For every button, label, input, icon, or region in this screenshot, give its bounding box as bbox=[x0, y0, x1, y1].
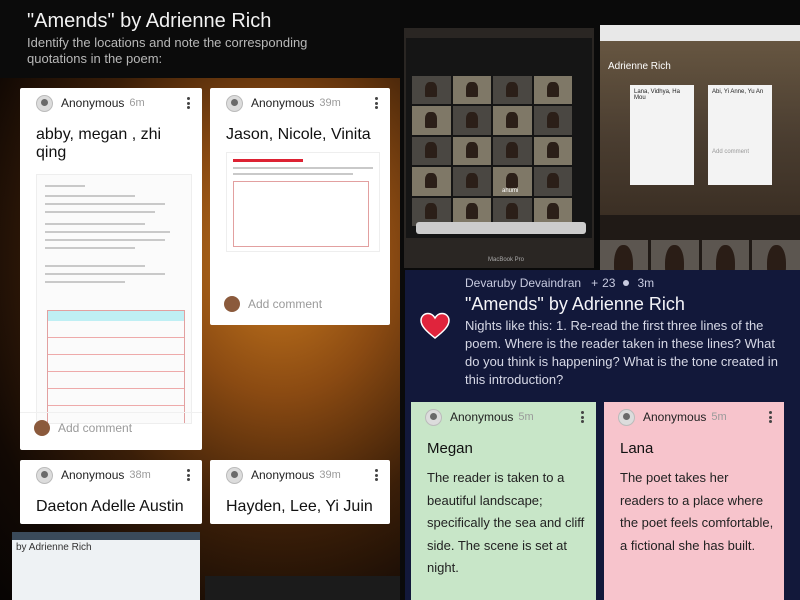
more-icon[interactable] bbox=[764, 410, 776, 424]
thumbnail-title: by Adrienne Rich bbox=[16, 542, 92, 553]
reply-body: The poet takes her readers to a place wh… bbox=[620, 470, 774, 553]
user-avatar-icon bbox=[34, 419, 50, 436]
add-comment-label: Add comment bbox=[58, 420, 133, 435]
post-card[interactable]: Anonymous 6m abby, megan , zhi qing Add … bbox=[20, 88, 202, 450]
card-author: Anonymous bbox=[643, 410, 707, 424]
card-author: Anonymous bbox=[450, 410, 514, 424]
card-header: Anonymous 38m bbox=[20, 460, 202, 490]
mini-card-title: Lana, Vidhya, Ha Mou bbox=[634, 89, 680, 101]
post-card[interactable]: Anonymous 39m Hayden, Lee, Yi Juin bbox=[210, 460, 390, 524]
card-title: Daeton Adelle Austin bbox=[36, 498, 184, 515]
board-subtitle: Identify the locations and note the corr… bbox=[27, 35, 308, 66]
card-time: 5m bbox=[711, 411, 727, 423]
card-author: Anonymous bbox=[251, 468, 315, 482]
mini-card-title: Abi, Yi Anne, Yu An bbox=[712, 89, 764, 95]
post-body: Nights like this: 1. Re-read the first t… bbox=[465, 318, 778, 387]
plus-icon[interactable]: + bbox=[591, 276, 598, 290]
avatar-icon bbox=[36, 94, 53, 112]
attached-document-image[interactable] bbox=[226, 152, 380, 252]
device-label: MacBook Pro bbox=[488, 257, 525, 263]
more-icon[interactable] bbox=[370, 96, 382, 110]
card-title: Jason, Nicole, Vinita bbox=[226, 126, 371, 143]
card-header: Anonymous 39m bbox=[210, 88, 390, 118]
card-author: Anonymous bbox=[61, 468, 125, 482]
add-comment-label: Add comment bbox=[248, 297, 323, 311]
reply-card[interactable]: Anonymous 5m Lana The poet takes her rea… bbox=[604, 402, 784, 600]
add-comment-row[interactable]: Add comment bbox=[20, 412, 202, 442]
attached-document-image[interactable] bbox=[36, 174, 192, 424]
card-header: Anonymous 5m bbox=[604, 402, 784, 432]
card-title: abby, megan , zhi qing bbox=[36, 126, 162, 161]
mini-card-comment: Add comment bbox=[712, 149, 750, 155]
zoom-call-photo: ahumi MacBook Pro bbox=[404, 28, 594, 268]
screen-title: Adrienne Rich bbox=[608, 61, 671, 72]
post-title: "Amends" by Adrienne Rich bbox=[465, 294, 685, 314]
avatar-icon bbox=[36, 466, 53, 484]
heart-icon[interactable] bbox=[420, 312, 450, 340]
card-header: Anonymous 6m bbox=[20, 88, 202, 118]
card-author: Anonymous bbox=[61, 96, 125, 110]
card-time: 39m bbox=[319, 97, 341, 109]
screenshot-thumbnail bbox=[205, 576, 400, 600]
user-avatar-icon bbox=[224, 296, 240, 312]
avatar-icon bbox=[618, 408, 635, 426]
card-time: 39m bbox=[319, 469, 341, 481]
separator-dot bbox=[623, 280, 630, 286]
more-icon[interactable] bbox=[370, 468, 382, 482]
card-header: Anonymous 5m bbox=[411, 402, 596, 432]
board-title: "Amends" by Adrienne Rich bbox=[27, 10, 272, 32]
mini-card: Lana, Vidhya, Ha Mou bbox=[630, 85, 694, 185]
participant-name: ahumi bbox=[502, 188, 519, 194]
reply-title: Megan bbox=[427, 440, 473, 457]
post-author: Devaruby Devaindran bbox=[465, 276, 582, 290]
mini-card: Abi, Yi Anne, Yu An Add comment bbox=[708, 85, 772, 185]
padlet-board: "Amends" by Adrienne Rich Identify the l… bbox=[0, 0, 400, 600]
post-card[interactable]: Anonymous 38m Daeton Adelle Austin bbox=[20, 460, 202, 524]
padlet-screen-photo: Adrienne Rich Lana, Vidhya, Ha Mou Abi, … bbox=[600, 25, 800, 290]
post-meta: Devaruby Devaindran + 23 3m bbox=[465, 276, 654, 290]
reply-title: Lana bbox=[620, 440, 654, 457]
more-icon[interactable] bbox=[182, 96, 194, 110]
screen: "Amends" by Adrienne Rich Identify the l… bbox=[0, 0, 800, 600]
like-count: 23 bbox=[602, 276, 616, 290]
video-grid bbox=[412, 76, 572, 226]
post-card[interactable]: Anonymous 39m Jason, Nicole, Vinita Add … bbox=[210, 88, 390, 325]
avatar-icon bbox=[226, 466, 243, 484]
post-time: 3m bbox=[637, 276, 655, 290]
card-title: Hayden, Lee, Yi Juin bbox=[226, 498, 373, 515]
card-time: 38m bbox=[129, 469, 151, 481]
card-author: Anonymous bbox=[251, 96, 315, 110]
reply-body: The reader is taken to a beautiful lands… bbox=[427, 470, 585, 575]
add-comment-row[interactable]: Add comment bbox=[210, 289, 390, 319]
card-time: 6m bbox=[129, 97, 145, 109]
card-header: Anonymous 39m bbox=[210, 460, 390, 490]
avatar-icon bbox=[425, 408, 442, 426]
screenshot-thumbnail: by Adrienne Rich bbox=[12, 532, 200, 600]
card-time: 5m bbox=[518, 411, 534, 423]
laptop-screen: ahumi bbox=[406, 38, 592, 238]
document-table bbox=[47, 310, 185, 423]
more-icon[interactable] bbox=[576, 410, 588, 424]
reply-card[interactable]: Anonymous 5m Megan The reader is taken t… bbox=[411, 402, 596, 600]
avatar-icon bbox=[226, 94, 243, 112]
more-icon[interactable] bbox=[182, 468, 194, 482]
dock-bar bbox=[416, 222, 586, 234]
screen-capture: Adrienne Rich Lana, Vidhya, Ha Mou Abi, … bbox=[600, 25, 800, 215]
